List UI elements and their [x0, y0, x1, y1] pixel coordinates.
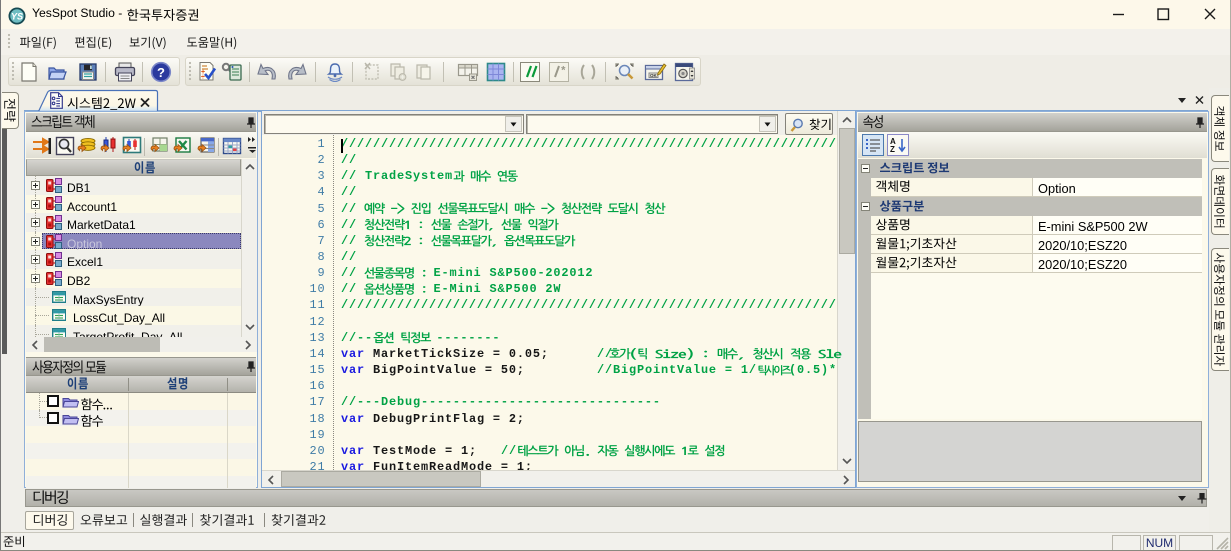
svg-text:Z: Z	[890, 145, 895, 154]
svg-text:OK: OK	[650, 73, 658, 78]
svg-text:*: *	[560, 66, 567, 78]
svg-text:YS: YS	[11, 11, 23, 21]
svg-text:?: ?	[157, 65, 165, 80]
